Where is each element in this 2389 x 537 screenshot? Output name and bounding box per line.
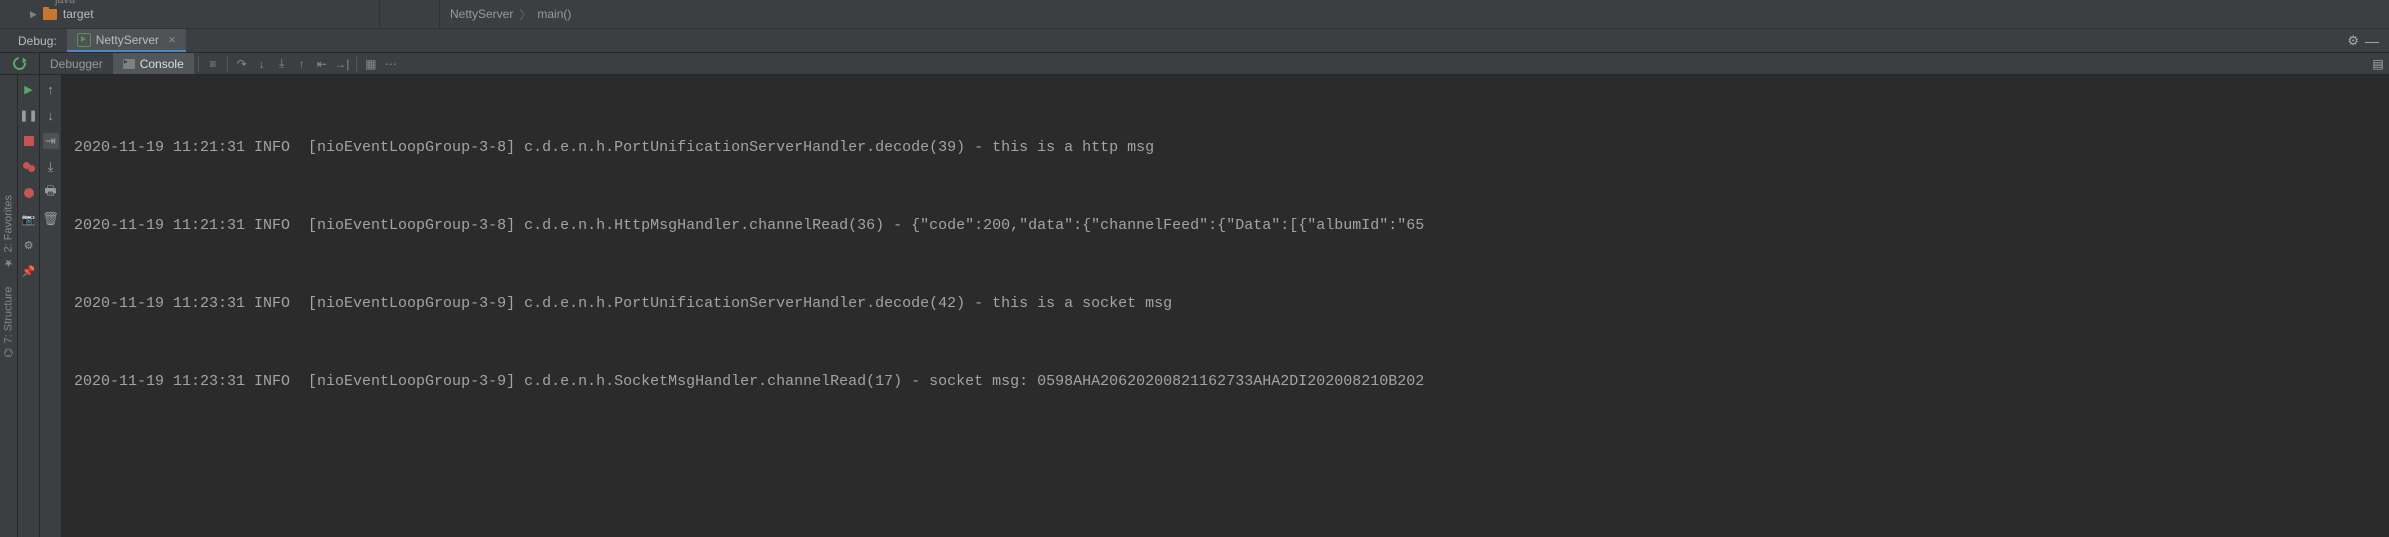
tool-favorites[interactable]: ★2: Favorites <box>2 195 15 269</box>
force-step-into-icon[interactable]: ⤓ <box>272 54 292 74</box>
debug-panel-label: Debug: <box>0 34 67 48</box>
console-output[interactable]: 2020-11-19 11:21:31 INFO [nioEventLoopGr… <box>62 75 2389 537</box>
separator <box>198 56 199 72</box>
step-out-icon[interactable]: ↑ <box>292 54 312 74</box>
soft-wrap-icon[interactable]: ⇥ <box>43 133 59 149</box>
trace-icon[interactable]: ⋯ <box>381 54 401 74</box>
gear-icon[interactable]: ⚙ <box>2347 33 2359 49</box>
scroll-down-icon[interactable]: ↓ <box>43 107 59 123</box>
log-line: 2020-11-19 11:21:31 INFO [nioEventLoopGr… <box>74 135 2389 161</box>
view-breakpoints-icon[interactable] <box>21 159 37 175</box>
log-line: 2020-11-19 11:21:31 INFO [nioEventLoopGr… <box>74 213 2389 239</box>
step-into-icon[interactable]: ↓ <box>252 54 272 74</box>
separator <box>356 56 357 72</box>
debug-run-rail: ▶ ❚❚ 📷 ⚙ 📌 <box>18 75 40 537</box>
rerun-button[interactable] <box>0 53 40 74</box>
mute-breakpoints-icon[interactable] <box>21 185 37 201</box>
settings-icon[interactable]: ⚙ <box>21 237 37 253</box>
console-icon <box>123 59 135 69</box>
left-tool-stripe: ★2: Favorites ⌬7: Structure <box>0 75 18 537</box>
print-icon[interactable]: 🖶 <box>43 185 59 201</box>
tab-console[interactable]: Console <box>113 53 194 74</box>
breadcrumb-method[interactable]: main() <box>537 7 571 21</box>
tab-debugger-label: Debugger <box>50 57 103 71</box>
camera-icon[interactable]: 📷 <box>21 211 37 227</box>
scroll-to-end-icon[interactable]: ⤓ <box>43 159 59 175</box>
editor-gutter <box>380 0 440 28</box>
evaluate-icon[interactable]: ▦ <box>361 54 381 74</box>
list-icon[interactable]: ≡ <box>203 54 223 74</box>
chevron-right-icon: 〉 <box>519 6 531 23</box>
tab-console-label: Console <box>140 57 184 71</box>
resume-icon[interactable]: ▶ <box>21 81 37 97</box>
drop-frame-icon[interactable]: ⇤ <box>312 54 332 74</box>
pin-icon[interactable]: 📌 <box>21 263 37 279</box>
tree-item-target[interactable]: target <box>63 7 94 21</box>
expand-icon[interactable]: ▶ <box>30 9 37 20</box>
close-icon[interactable]: × <box>168 32 176 47</box>
log-line: 2020-11-19 11:23:31 INFO [nioEventLoopGr… <box>74 291 2389 317</box>
stop-icon[interactable] <box>21 133 37 149</box>
minimize-icon[interactable]: — <box>2365 33 2379 49</box>
tree-item-java[interactable]: java <box>55 0 75 6</box>
debug-tab-nettyserver[interactable]: NettyServer × <box>67 29 186 52</box>
layout-icon[interactable]: ▤ <box>2367 57 2389 71</box>
project-tree-row[interactable]: java ▶ target <box>0 0 380 28</box>
step-over-icon[interactable]: ↷ <box>232 54 252 74</box>
scroll-up-icon[interactable]: ↑ <box>43 81 59 97</box>
folder-icon <box>43 9 57 20</box>
separator <box>227 56 228 72</box>
log-line: 2020-11-19 11:23:31 INFO [nioEventLoopGr… <box>74 369 2389 395</box>
clear-icon[interactable]: 🗑 <box>43 211 59 227</box>
console-gutter: ↑ ↓ ⇥ ⤓ 🖶 🗑 <box>40 75 62 537</box>
tool-structure[interactable]: ⌬7: Structure <box>2 287 15 357</box>
tab-debugger[interactable]: Debugger <box>40 53 113 74</box>
pause-icon[interactable]: ❚❚ <box>21 107 37 123</box>
breadcrumb[interactable]: NettyServer 〉 main() <box>440 0 2389 28</box>
debug-tab-label: NettyServer <box>96 33 159 47</box>
breadcrumb-class[interactable]: NettyServer <box>450 7 513 21</box>
run-to-cursor-icon[interactable]: →| <box>332 54 352 74</box>
rerun-icon <box>10 54 28 72</box>
run-config-icon <box>77 33 91 47</box>
